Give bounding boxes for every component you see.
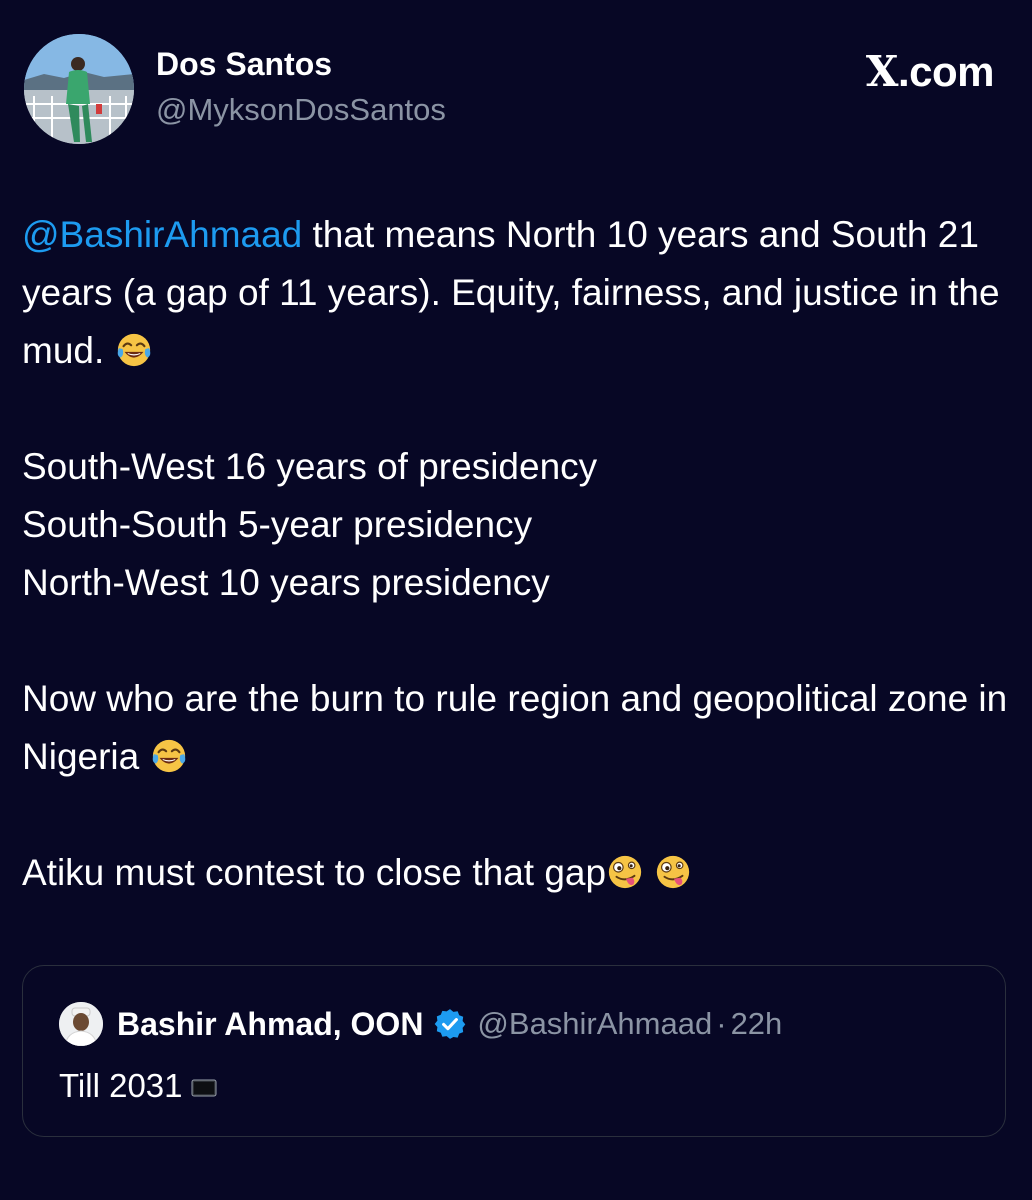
avatar-photo-icon — [24, 34, 134, 144]
x-com-logo: X.com — [865, 47, 995, 96]
zany-face-icon — [608, 855, 642, 889]
verified-badge-icon — [435, 1009, 466, 1039]
quoted-tweet-body: Till 2031 — [59, 1067, 183, 1104]
face-with-tears-of-joy-icon — [152, 739, 185, 773]
tweet-paragraph-3: Now who are the burn to rule region and … — [22, 670, 1012, 786]
quoted-author-avatar[interactable] — [59, 1002, 103, 1046]
tweet-paragraph-4-text: Atiku must contest to close that gap — [22, 852, 607, 893]
zone-line-north-west: North-West 10 years presidency — [22, 562, 550, 603]
author-display-name[interactable]: Dos Santos — [156, 44, 446, 84]
quoted-author-name[interactable]: Bashir Ahmad, OON — [117, 1006, 423, 1043]
author-name-block: Dos Santos @MyksonDosSantos — [156, 44, 446, 130]
quoted-tweet-card[interactable]: Bashir Ahmad, OON @BashirAhmaad · 22h Ti… — [22, 965, 1006, 1137]
quoted-tweet-header: Bashir Ahmad, OON @BashirAhmaad · 22h — [59, 1002, 782, 1046]
tweet-paragraph-4: Atiku must contest to close that gap — [22, 844, 1012, 902]
tweet-paragraph-2: South-West 16 years of presidency South-… — [22, 438, 1012, 612]
tweet-paragraph-1: @BashirAhmaad that means North 10 years … — [22, 206, 1012, 380]
quoted-tweet-text: Till 2031 — [59, 1064, 217, 1108]
author-handle[interactable]: @MyksonDosSantos — [156, 90, 446, 130]
face-with-tears-of-joy-icon — [117, 333, 150, 367]
meta-separator: · — [716, 1006, 727, 1041]
quoted-tweet-timestamp[interactable]: 22h — [731, 1006, 783, 1042]
zone-line-south-south: South-South 5-year presidency — [22, 504, 533, 545]
quoted-author-handle[interactable]: @BashirAhmaad — [477, 1006, 712, 1042]
mention-link[interactable]: @BashirAhmaad — [22, 214, 302, 255]
x-logo-letter: X — [865, 47, 899, 96]
black-flag-icon — [191, 1079, 217, 1097]
tweet-text: @BashirAhmaad that means North 10 years … — [22, 206, 1012, 902]
author-avatar[interactable] — [24, 34, 134, 144]
tweet-header: Dos Santos @MyksonDosSantos X.com — [24, 34, 1008, 144]
x-logo-domain: .com — [897, 48, 995, 95]
zone-line-south-west: South-West 16 years of presidency — [22, 446, 598, 487]
person-avatar-icon — [59, 1002, 103, 1046]
zany-face-icon — [656, 855, 690, 889]
